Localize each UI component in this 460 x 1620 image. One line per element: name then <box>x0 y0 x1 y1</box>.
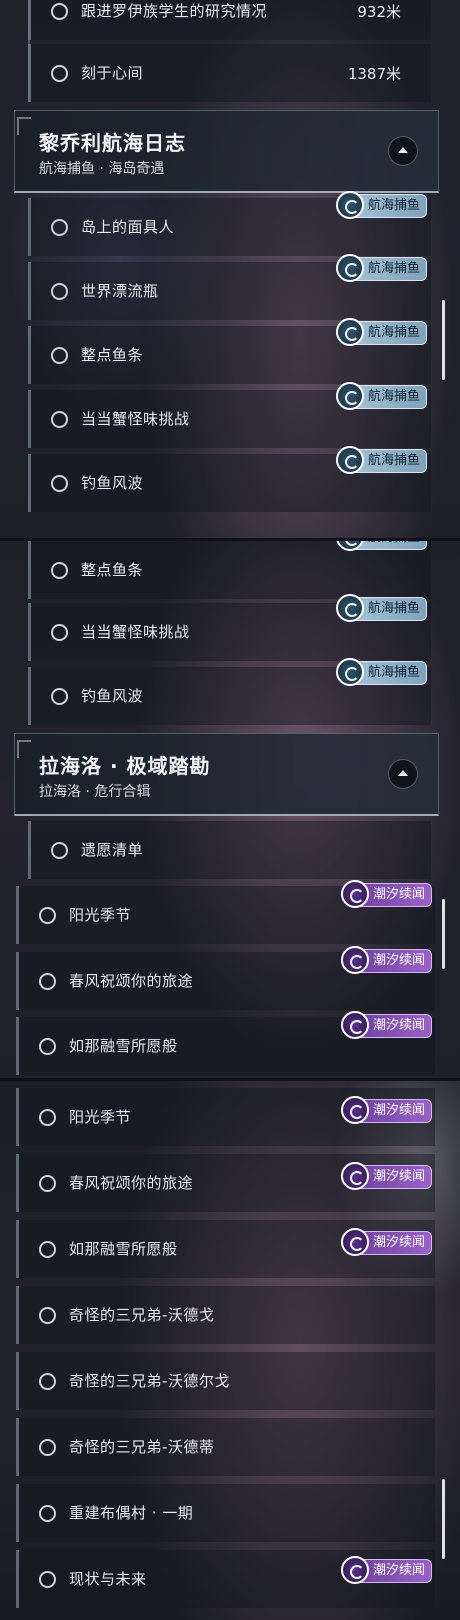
quest-label: 遗愿清单 <box>81 841 144 859</box>
quest-label: 钓鱼风波 <box>81 687 144 705</box>
sea-fishing-badge: 航海捕鱼 <box>336 658 428 686</box>
quest-distance: 1387米 <box>347 65 401 83</box>
fishing-compass-icon <box>336 594 364 622</box>
chapter-title: 拉海洛 · 极域踏勘 <box>39 754 211 778</box>
quest-label: 如那融雪所愿般 <box>69 1037 178 1055</box>
quest-radio[interactable] <box>39 1038 56 1055</box>
quest-radio[interactable] <box>51 219 68 236</box>
quest-radio[interactable] <box>39 1241 56 1258</box>
quest-label: 奇怪的三兄弟-沃德戈 <box>69 1306 215 1324</box>
tide-tales-badge: 潮汐续闻 <box>341 946 433 974</box>
fishing-compass-icon <box>336 382 364 410</box>
tide-hand-icon <box>341 880 369 908</box>
quest-radio[interactable] <box>39 1109 56 1126</box>
quest-item[interactable]: 跟进罗伊族学生的研究情况 932米 <box>28 0 431 40</box>
fishing-compass-icon <box>336 658 364 686</box>
quest-radio[interactable] <box>51 347 68 364</box>
quest-item[interactable]: 奇怪的三兄弟-沃德戈 <box>16 1286 435 1344</box>
corner-ornament <box>17 740 31 758</box>
quest-radio[interactable] <box>39 1307 56 1324</box>
screenshot-section-1: 跟进罗伊族学生的研究情况 932米 刻于心间 1387米 黎乔利航海日志 航海捕… <box>0 0 460 540</box>
quest-radio[interactable] <box>51 283 68 300</box>
quest-label: 世界漂流瓶 <box>81 282 159 300</box>
tide-hand-icon <box>341 946 369 974</box>
sea-fishing-badge: 航海捕鱼 <box>336 254 428 282</box>
tide-hand-icon <box>341 1228 369 1256</box>
quest-item[interactable]: 奇怪的三兄弟-沃德蒂 <box>16 1418 435 1476</box>
tide-tales-badge: 潮汐续闻 <box>341 1011 433 1039</box>
quest-radio[interactable] <box>51 688 68 705</box>
quest-label: 现状与未来 <box>69 1570 147 1588</box>
sea-fishing-badge: 航海捕鱼 <box>336 446 428 474</box>
quest-label: 奇怪的三兄弟-沃德尔戈 <box>69 1372 230 1390</box>
sea-fishing-badge: 航海捕鱼 <box>336 318 428 346</box>
tide-tales-badge: 潮汐续闻 <box>341 1556 433 1584</box>
quest-radio[interactable] <box>39 1439 56 1456</box>
quest-label: 岛上的面具人 <box>81 218 175 236</box>
quest-radio[interactable] <box>51 842 68 859</box>
quest-item[interactable]: 遗愿清单 <box>28 821 431 879</box>
fishing-compass-icon <box>336 446 364 474</box>
tide-hand-icon <box>341 1011 369 1039</box>
quest-radio[interactable] <box>39 1373 56 1390</box>
chapter-header-polar-expedition[interactable]: 拉海洛 · 极域踏勘 拉海洛 · 危行合辑 <box>14 733 439 816</box>
quest-label: 刻于心间 <box>81 64 144 82</box>
quest-radio[interactable] <box>51 411 68 428</box>
sea-fishing-badge: 航海捕鱼 <box>336 594 428 622</box>
quest-item[interactable]: 重建布偶村 · 一期 <box>16 1484 435 1542</box>
tide-hand-icon <box>341 1096 369 1124</box>
tide-tales-badge: 潮汐续闻 <box>341 1096 433 1124</box>
quest-label: 重建布偶村 · 一期 <box>69 1504 194 1522</box>
quest-radio[interactable] <box>51 475 68 492</box>
chapter-header-navigation-log[interactable]: 黎乔利航海日志 航海捕鱼 · 海岛奇遇 <box>14 110 439 193</box>
tide-tales-badge: 潮汐续闻 <box>341 1162 433 1190</box>
scrollbar-thumb[interactable] <box>442 1479 445 1559</box>
quest-radio[interactable] <box>51 3 68 20</box>
tide-hand-icon <box>341 1162 369 1190</box>
quest-radio[interactable] <box>39 1175 56 1192</box>
tide-tales-badge: 潮汐续闻 <box>341 880 433 908</box>
collapse-chevron-icon[interactable] <box>388 759 418 789</box>
quest-item[interactable]: 奇怪的三兄弟-沃德尔戈 <box>16 1352 435 1410</box>
quest-radio[interactable] <box>39 973 56 990</box>
tide-tales-badge: 潮汐续闻 <box>341 1228 433 1256</box>
screenshot-section-3: 阳光季节 春风祝颂你的旅途 如那融雪所愿般 奇怪的三兄弟-沃德戈 奇怪的三兄弟-… <box>0 1081 460 1620</box>
quest-label: 当当蟹怪味挑战 <box>81 410 190 428</box>
quest-label: 钓鱼风波 <box>81 474 144 492</box>
quest-item[interactable]: 刻于心间 1387米 <box>28 44 431 102</box>
quest-label: 春风祝颂你的旅途 <box>69 972 194 990</box>
sea-fishing-badge: 航海捕鱼 <box>336 541 428 551</box>
chapter-subtitle: 拉海洛 · 危行合辑 <box>39 784 151 800</box>
quest-radio[interactable] <box>51 562 68 579</box>
sea-fishing-badge: 航海捕鱼 <box>336 382 428 410</box>
collapse-chevron-icon[interactable] <box>388 136 418 166</box>
quest-label: 当当蟹怪味挑战 <box>81 623 190 641</box>
quest-label: 跟进罗伊族学生的研究情况 <box>81 2 268 20</box>
screenshot-section-2: 整点鱼条 当当蟹怪味挑战 钓鱼风波 航海捕鱼 航海捕鱼 航海捕鱼 拉海洛 · 极… <box>0 541 460 1080</box>
quest-distance: 932米 <box>357 3 401 21</box>
quest-radio[interactable] <box>39 1505 56 1522</box>
quest-label: 如那融雪所愿般 <box>69 1240 178 1258</box>
quest-label: 阳光季节 <box>69 906 132 924</box>
fishing-compass-icon <box>336 254 364 282</box>
quest-label: 春风祝颂你的旅途 <box>69 1174 194 1192</box>
scrollbar-thumb[interactable] <box>442 899 445 969</box>
quest-radio[interactable] <box>39 907 56 924</box>
quest-label: 奇怪的三兄弟-沃德蒂 <box>69 1438 215 1456</box>
chapter-title: 黎乔利航海日志 <box>39 131 186 155</box>
quest-label: 阳光季节 <box>69 1108 132 1126</box>
quest-radio[interactable] <box>51 65 68 82</box>
chapter-subtitle: 航海捕鱼 · 海岛奇遇 <box>39 161 165 177</box>
quest-radio[interactable] <box>39 1571 56 1588</box>
fishing-compass-icon <box>336 191 364 219</box>
sea-fishing-badge: 航海捕鱼 <box>336 191 428 219</box>
scrollbar-thumb[interactable] <box>442 300 445 380</box>
quest-label: 整点鱼条 <box>81 561 144 579</box>
fishing-compass-icon <box>336 318 364 346</box>
quest-radio[interactable] <box>51 624 68 641</box>
quest-label: 整点鱼条 <box>81 346 144 364</box>
corner-ornament <box>17 117 31 135</box>
tide-hand-icon <box>341 1556 369 1584</box>
